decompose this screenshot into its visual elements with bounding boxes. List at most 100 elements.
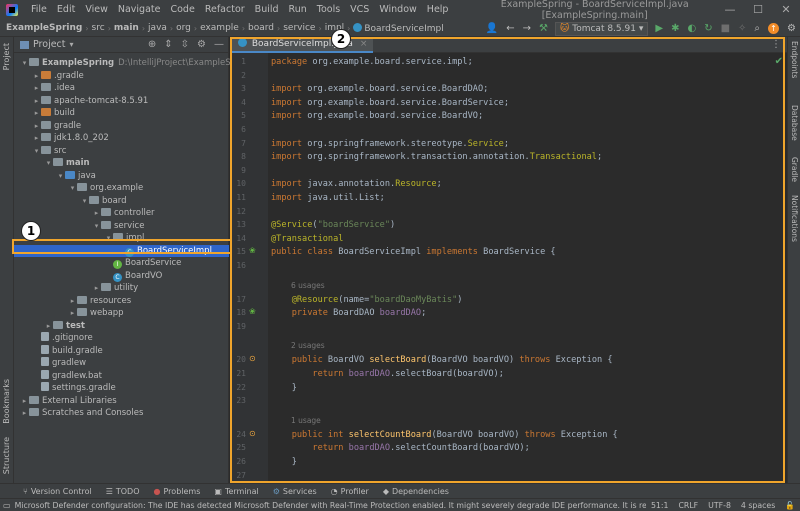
expand-all-icon[interactable]: ⇕	[160, 39, 176, 50]
tree-item[interactable]: ▸ test	[14, 320, 229, 333]
indent-setting[interactable]: 4 spaces	[736, 501, 780, 510]
chevron-down-icon[interactable]: ▾	[44, 157, 53, 170]
hide-icon[interactable]: —	[210, 39, 228, 50]
build-hammer-icon[interactable]: ⚒	[535, 23, 552, 34]
menu-item-build[interactable]: Build	[250, 0, 284, 20]
forward-arrow-icon[interactable]: →	[519, 23, 535, 34]
debug-icon[interactable]: ✱	[667, 23, 683, 34]
tree-item[interactable]: ▾ main	[14, 157, 229, 170]
line-separator[interactable]: CRLF	[673, 501, 703, 510]
tab-database[interactable]: Database	[790, 105, 799, 141]
profile-icon[interactable]: ↻	[700, 23, 716, 34]
tree-item[interactable]: ▸ build	[14, 107, 229, 120]
chevron-right-icon[interactable]: ▸	[92, 282, 101, 295]
chevron-right-icon[interactable]: ▸	[32, 132, 41, 145]
menu-item-vcs[interactable]: VCS	[345, 0, 374, 20]
menu-item-refactor[interactable]: Refactor	[200, 0, 250, 20]
tool-services[interactable]: ⚙ Services	[266, 487, 324, 496]
menu-item-navigate[interactable]: Navigate	[113, 0, 166, 20]
menu-item-window[interactable]: Window	[374, 0, 421, 20]
menu-item-code[interactable]: Code	[165, 0, 199, 20]
tree-item[interactable]: ▸ controller	[14, 207, 229, 220]
search-icon[interactable]: ⌕	[750, 23, 764, 34]
coverage-icon[interactable]: ◐	[683, 23, 700, 34]
tree-item[interactable]: ▸ utility	[14, 282, 229, 295]
tree-item[interactable]: .gitignore	[14, 332, 229, 345]
project-title[interactable]: Project	[33, 39, 66, 50]
breadcrumb-item[interactable]: BoardServiceImpl	[351, 22, 445, 34]
chevron-right-icon[interactable]: ▸	[32, 120, 41, 133]
tree-item[interactable]: settings.gradle	[14, 382, 229, 395]
tree-item[interactable]: gradlew	[14, 357, 229, 370]
tree-item[interactable]: build.gradle	[14, 344, 229, 358]
chevron-right-icon[interactable]: ▸	[44, 320, 53, 333]
tree-item[interactable]: ▸ resources	[14, 295, 229, 308]
minimize-icon[interactable]: —	[716, 0, 744, 20]
tool-dependencies[interactable]: ◆ Dependencies	[376, 487, 456, 496]
breadcrumb-item[interactable]: java	[146, 23, 169, 33]
menu-item-view[interactable]: View	[80, 0, 113, 20]
tree-item[interactable]: C BoardVO	[14, 270, 229, 283]
tree-item[interactable]: ▾ ExampleSpring D:\IntelliJProject\Example…	[14, 57, 253, 70]
tree-item[interactable]: ▸ jdk1.8.0_202	[14, 132, 229, 145]
locate-icon[interactable]: ⊕	[144, 39, 160, 50]
chevron-down-icon[interactable]: ▾	[56, 170, 65, 183]
chevron-down-icon[interactable]: ▾	[32, 145, 41, 158]
chevron-right-icon[interactable]: ▸	[92, 207, 101, 220]
menu-item-edit[interactable]: Edit	[52, 0, 80, 20]
tool-problems[interactable]: ● Problems	[147, 487, 208, 496]
tree-item[interactable]: ▾ java	[14, 170, 229, 183]
status-message[interactable]: Microsoft Defender configuration: The ID…	[11, 500, 646, 511]
chevron-down-icon[interactable]: ▾	[92, 220, 101, 233]
ai-assistant-icon[interactable]: ✧	[734, 23, 750, 34]
file-encoding[interactable]: UTF-8	[703, 501, 736, 510]
tree-item[interactable]: ▾ org.example	[14, 182, 229, 195]
chevron-down-icon[interactable]: ▾	[70, 40, 74, 49]
tree-item[interactable]: ▸ .gradle	[14, 70, 229, 83]
tree-item[interactable]: ▸ Scratches and Consoles	[14, 407, 229, 420]
breadcrumb-item[interactable]: org	[174, 23, 193, 33]
menu-item-file[interactable]: File	[26, 0, 52, 20]
update-icon[interactable]: ↑	[764, 23, 783, 34]
breadcrumb-item[interactable]: board	[246, 23, 276, 33]
tab-structure[interactable]: Structure	[2, 437, 11, 474]
chevron-down-icon[interactable]: ▾	[68, 182, 77, 195]
caret-position[interactable]: 51:1	[646, 501, 674, 510]
breadcrumb-item[interactable]: service	[281, 23, 317, 33]
tool-profiler[interactable]: ◔ Profiler	[324, 487, 376, 496]
menu-item-run[interactable]: Run	[284, 0, 312, 20]
run-config-select[interactable]: 🐱 Tomcat 8.5.91 ▾	[554, 21, 649, 36]
tree-item[interactable]: ▸ gradle	[14, 120, 229, 133]
chevron-right-icon[interactable]: ▸	[68, 307, 77, 320]
tab-endpoints[interactable]: Endpoints	[790, 41, 799, 78]
collapse-all-icon[interactable]: ⇳	[177, 39, 193, 50]
tree-item[interactable]: gradlew.bat	[14, 369, 229, 383]
tree-item[interactable]: ▾ src	[14, 145, 229, 158]
run-icon[interactable]: ▶	[651, 23, 667, 34]
chevron-down-icon[interactable]: ▾	[20, 57, 29, 70]
chevron-right-icon[interactable]: ▸	[68, 295, 77, 308]
breadcrumb-item[interactable]: src	[90, 23, 107, 33]
breadcrumb-item[interactable]: main	[112, 23, 141, 33]
tab-bookmarks[interactable]: Bookmarks	[2, 379, 11, 424]
lock-icon[interactable]: 🔓	[780, 501, 800, 510]
tree-item[interactable]: ▾ service	[14, 220, 229, 233]
breadcrumb-item[interactable]: example	[198, 23, 241, 33]
tree-item[interactable]: ▸ .idea	[14, 82, 229, 95]
menu-item-tools[interactable]: Tools	[312, 0, 345, 20]
tab-notifications[interactable]: Notifications	[790, 195, 799, 242]
tool-todo[interactable]: ☰ TODO	[99, 487, 147, 496]
chevron-right-icon[interactable]: ▸	[20, 395, 29, 408]
settings-icon[interactable]: ⚙	[783, 23, 800, 34]
breadcrumb-item[interactable]: ExampleSpring	[4, 23, 84, 33]
chevron-right-icon[interactable]: ▸	[32, 107, 41, 120]
tool-terminal[interactable]: ▣ Terminal	[207, 487, 265, 496]
chevron-right-icon[interactable]: ▸	[32, 70, 41, 83]
user-icon[interactable]: 👤	[482, 23, 502, 34]
chevron-down-icon[interactable]: ▾	[80, 195, 89, 208]
chevron-right-icon[interactable]: ▸	[20, 407, 29, 420]
tree-item[interactable]: I BoardService	[14, 257, 229, 270]
chevron-right-icon[interactable]: ▸	[32, 95, 41, 108]
back-arrow-icon[interactable]: ←	[502, 23, 518, 34]
tab-gradle[interactable]: Gradle	[790, 157, 799, 182]
